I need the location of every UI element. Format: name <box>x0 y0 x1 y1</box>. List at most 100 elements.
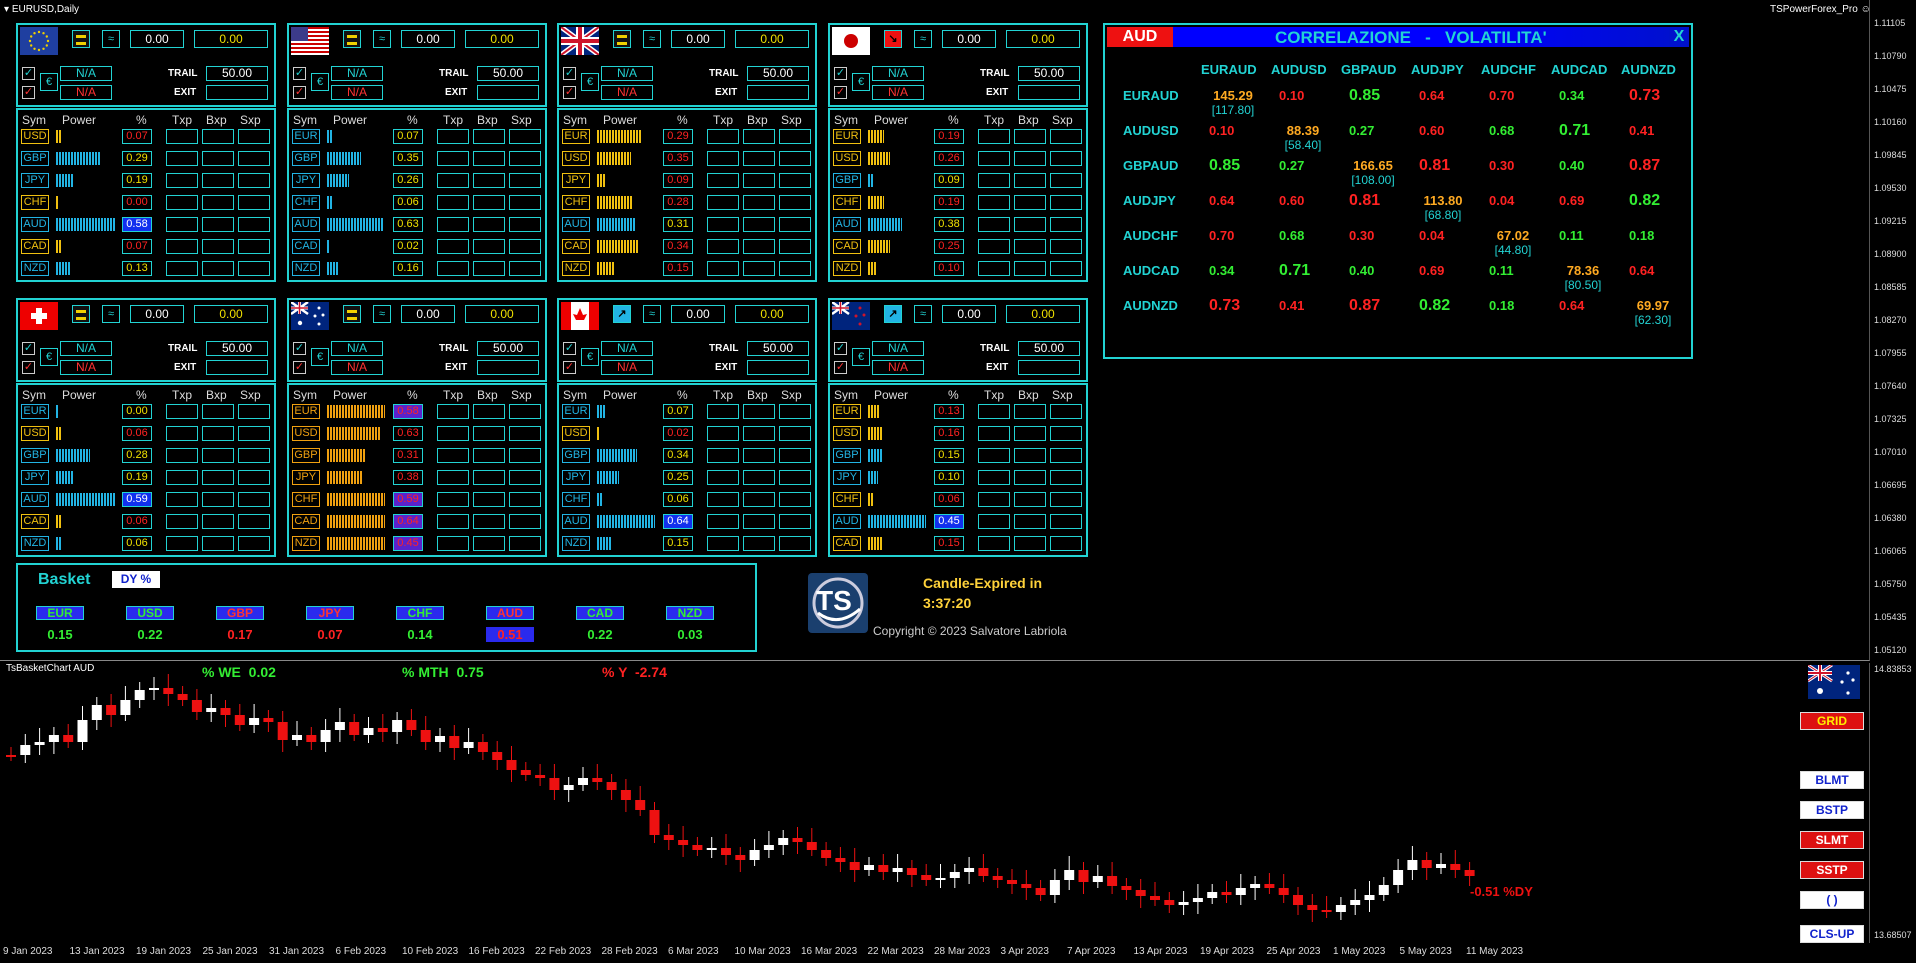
txp-cell[interactable] <box>437 470 469 485</box>
sxp-cell[interactable] <box>509 426 541 441</box>
buy-checkbox[interactable]: ✓ <box>563 67 576 80</box>
sxp-cell[interactable] <box>779 173 811 188</box>
sxp-cell[interactable] <box>779 217 811 232</box>
trail-input[interactable]: 50.00 <box>477 341 539 356</box>
bxp-cell[interactable] <box>743 404 775 419</box>
euro-icon[interactable]: € <box>852 348 870 366</box>
bxp-cell[interactable] <box>202 261 234 276</box>
sell-checkbox[interactable]: ✓ <box>834 86 847 99</box>
sxp-cell[interactable] <box>779 239 811 254</box>
trail-input[interactable]: 50.00 <box>1018 341 1080 356</box>
txp-cell[interactable] <box>166 404 198 419</box>
sxp-cell[interactable] <box>238 514 270 529</box>
txp-cell[interactable] <box>166 173 198 188</box>
txp-cell[interactable] <box>978 261 1010 276</box>
txp-cell[interactable] <box>707 129 739 144</box>
txp-cell[interactable] <box>978 404 1010 419</box>
txp-cell[interactable] <box>707 536 739 551</box>
sxp-cell[interactable] <box>1050 151 1082 166</box>
grid-button[interactable]: GRID <box>1800 712 1864 730</box>
bxp-cell[interactable] <box>743 448 775 463</box>
euro-icon[interactable]: € <box>40 348 58 366</box>
basket-symbol[interactable]: AUD <box>486 606 534 620</box>
sxp-cell[interactable] <box>1050 217 1082 232</box>
clsup-button[interactable]: CLS-UP <box>1800 925 1864 943</box>
txp-cell[interactable] <box>437 129 469 144</box>
txp-cell[interactable] <box>978 470 1010 485</box>
bxp-cell[interactable] <box>202 470 234 485</box>
bxp-cell[interactable] <box>743 195 775 210</box>
blmt-button[interactable]: BLMT <box>1800 771 1864 789</box>
sell-checkbox[interactable]: ✓ <box>834 361 847 374</box>
basket-symbol[interactable]: CAD <box>576 606 624 620</box>
bxp-cell[interactable] <box>202 195 234 210</box>
wave-icon[interactable]: ≈ <box>373 30 391 48</box>
trail-input[interactable]: 50.00 <box>747 341 809 356</box>
bxp-cell[interactable] <box>202 426 234 441</box>
sxp-cell[interactable] <box>238 404 270 419</box>
sell-checkbox[interactable]: ✓ <box>22 86 35 99</box>
txp-cell[interactable] <box>437 261 469 276</box>
bxp-cell[interactable] <box>1014 261 1046 276</box>
bxp-cell[interactable] <box>1014 426 1046 441</box>
buy-checkbox[interactable]: ✓ <box>834 67 847 80</box>
sxp-cell[interactable] <box>509 514 541 529</box>
wave-icon[interactable]: ≈ <box>373 305 391 323</box>
sxp-cell[interactable] <box>1050 239 1082 254</box>
txp-cell[interactable] <box>166 514 198 529</box>
sxp-cell[interactable] <box>1050 261 1082 276</box>
buy-checkbox[interactable]: ✓ <box>22 67 35 80</box>
sxp-cell[interactable] <box>1050 173 1082 188</box>
bxp-cell[interactable] <box>473 151 505 166</box>
bxp-cell[interactable] <box>1014 195 1046 210</box>
txp-cell[interactable] <box>166 129 198 144</box>
euro-icon[interactable]: € <box>852 73 870 91</box>
bxp-cell[interactable] <box>743 492 775 507</box>
sxp-cell[interactable] <box>779 514 811 529</box>
sxp-cell[interactable] <box>1050 448 1082 463</box>
close-button[interactable]: X <box>1669 27 1689 47</box>
txp-cell[interactable] <box>166 492 198 507</box>
txp-cell[interactable] <box>707 470 739 485</box>
sxp-cell[interactable] <box>509 536 541 551</box>
bxp-cell[interactable] <box>743 514 775 529</box>
sxp-cell[interactable] <box>779 129 811 144</box>
bxp-cell[interactable] <box>743 151 775 166</box>
bxp-cell[interactable] <box>473 536 505 551</box>
txp-cell[interactable] <box>707 261 739 276</box>
txp-cell[interactable] <box>166 239 198 254</box>
wave-icon[interactable]: ≈ <box>102 305 120 323</box>
wave-icon[interactable]: ≈ <box>914 305 932 323</box>
buy-checkbox[interactable]: ✓ <box>834 342 847 355</box>
txp-cell[interactable] <box>707 239 739 254</box>
basket-symbol[interactable]: GBP <box>216 606 264 620</box>
sxp-cell[interactable] <box>1050 404 1082 419</box>
bxp-cell[interactable] <box>1014 514 1046 529</box>
txp-cell[interactable] <box>166 536 198 551</box>
bxp-cell[interactable] <box>202 129 234 144</box>
sell-checkbox[interactable]: ✓ <box>293 86 306 99</box>
wave-icon[interactable]: ≈ <box>102 30 120 48</box>
exit-input[interactable] <box>477 360 539 375</box>
sxp-cell[interactable] <box>238 173 270 188</box>
bxp-cell[interactable] <box>473 470 505 485</box>
bxp-cell[interactable] <box>743 217 775 232</box>
equal-icon[interactable] <box>72 305 90 323</box>
slmt-button[interactable]: SLMT <box>1800 831 1864 849</box>
bxp-cell[interactable] <box>1014 129 1046 144</box>
bxp-cell[interactable] <box>473 448 505 463</box>
bxp-cell[interactable] <box>1014 404 1046 419</box>
sxp-cell[interactable] <box>509 492 541 507</box>
equal-icon[interactable] <box>72 30 90 48</box>
sxp-cell[interactable] <box>1050 129 1082 144</box>
buy-checkbox[interactable]: ✓ <box>293 342 306 355</box>
bxp-cell[interactable] <box>1014 492 1046 507</box>
basket-symbol[interactable]: JPY <box>306 606 354 620</box>
equal-icon[interactable] <box>613 30 631 48</box>
bxp-cell[interactable] <box>1014 239 1046 254</box>
bxp-cell[interactable] <box>1014 536 1046 551</box>
txp-cell[interactable] <box>437 426 469 441</box>
bxp-cell[interactable] <box>473 492 505 507</box>
txp-cell[interactable] <box>978 448 1010 463</box>
sxp-cell[interactable] <box>779 261 811 276</box>
